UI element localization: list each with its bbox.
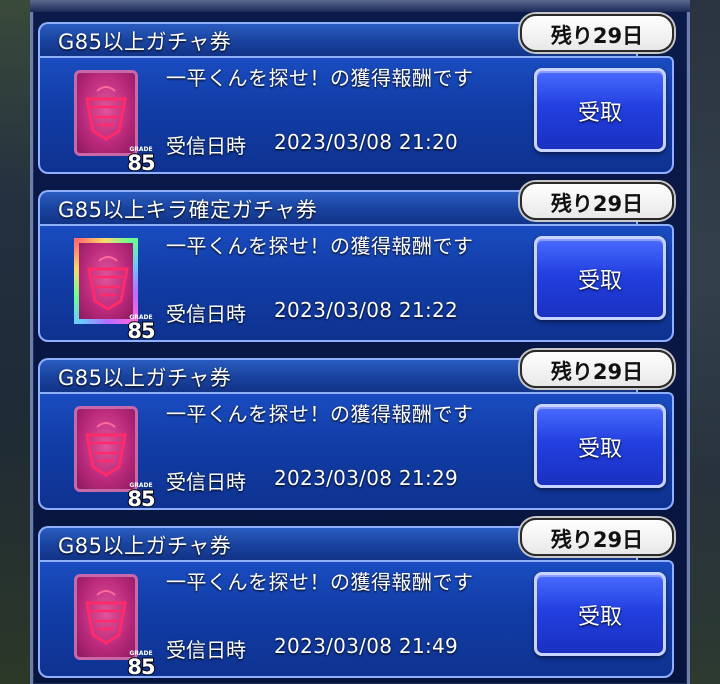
remaining-days-text: 残り29日 [550,192,644,216]
received-label: 受信日時 [166,134,246,158]
receive-button[interactable]: 受取 [534,68,666,152]
grade-badge: GRADE 85 [124,650,158,684]
gift-message: 一平くんを探せ！の獲得報酬です [166,234,474,258]
received-datetime: 2023/03/08 21:29 [274,466,459,490]
grade-badge: GRADE 85 [124,482,158,516]
grade-badge: GRADE 85 [124,146,158,180]
remaining-days-text: 残り29日 [550,528,644,552]
received-datetime: 2023/03/08 21:49 [274,634,459,658]
gift-card: G85以上ガチャ券 残り29日 GRADE 85 一平くんを探せ！の獲得報酬です… [38,518,678,680]
gift-card: G85以上キラ確定ガチャ券 残り29日 GRADE 85 一平くんを探せ！の獲得… [38,182,678,344]
background-left [0,0,34,684]
ticket-emblem-icon [87,256,129,311]
gacha-ticket-icon [74,574,138,660]
grade-number: 85 [126,318,156,344]
receive-button[interactable]: 受取 [534,404,666,488]
gift-message: 一平くんを探せ！の獲得報酬です [166,402,474,426]
receive-button-label: 受取 [577,269,622,294]
grade-number: 85 [126,486,156,512]
receive-button[interactable]: 受取 [534,236,666,320]
gift-title: G85以上キラ確定ガチャ券 [58,198,318,222]
grade-number: 85 [126,654,156,680]
remaining-days-badge: 残り29日 [520,14,674,52]
gift-card-body: GRADE 85 一平くんを探せ！の獲得報酬です 受信日時 2023/03/08… [38,224,674,344]
grade-badge: GRADE 85 [124,314,158,348]
receive-button-label: 受取 [577,605,622,630]
receive-button-label: 受取 [577,437,622,462]
gacha-ticket-icon [74,406,138,492]
gift-card: G85以上ガチャ券 残り29日 GRADE 85 一平くんを探せ！の獲得報酬です… [38,350,678,512]
gift-card: G85以上ガチャ券 残り29日 GRADE 85 一平くんを探せ！の獲得報酬です… [38,14,678,176]
gift-title: G85以上ガチャ券 [58,30,232,54]
received-datetime: 2023/03/08 21:20 [274,130,459,154]
grade-number: 85 [126,150,156,176]
background-right [686,0,720,684]
remaining-days-badge: 残り29日 [520,182,674,220]
panel-top-edge [30,0,690,12]
received-datetime: 2023/03/08 21:22 [274,298,459,322]
gift-card-body: GRADE 85 一平くんを探せ！の獲得報酬です 受信日時 2023/03/08… [38,392,674,512]
gift-card-body: GRADE 85 一平くんを探せ！の獲得報酬です 受信日時 2023/03/08… [38,56,674,176]
gacha-ticket-icon [74,70,138,156]
receive-button-label: 受取 [577,101,622,126]
gift-message: 一平くんを探せ！の獲得報酬です [166,570,474,594]
remaining-days-badge: 残り29日 [520,350,674,388]
received-label: 受信日時 [166,638,246,662]
remaining-days-text: 残り29日 [550,360,644,384]
remaining-days-badge: 残り29日 [520,518,674,556]
receive-button[interactable]: 受取 [534,572,666,656]
received-label: 受信日時 [166,470,246,494]
gift-card-body: GRADE 85 一平くんを探せ！の獲得報酬です 受信日時 2023/03/08… [38,560,674,680]
gacha-ticket-icon [74,238,138,324]
ticket-emblem-icon [85,86,127,141]
gift-title: G85以上ガチャ券 [58,366,232,390]
remaining-days-text: 残り29日 [550,24,644,48]
ticket-emblem-icon [85,590,127,645]
ticket-emblem-icon [85,422,127,477]
gift-title: G85以上ガチャ券 [58,534,232,558]
received-label: 受信日時 [166,302,246,326]
gift-message: 一平くんを探せ！の獲得報酬です [166,66,474,90]
